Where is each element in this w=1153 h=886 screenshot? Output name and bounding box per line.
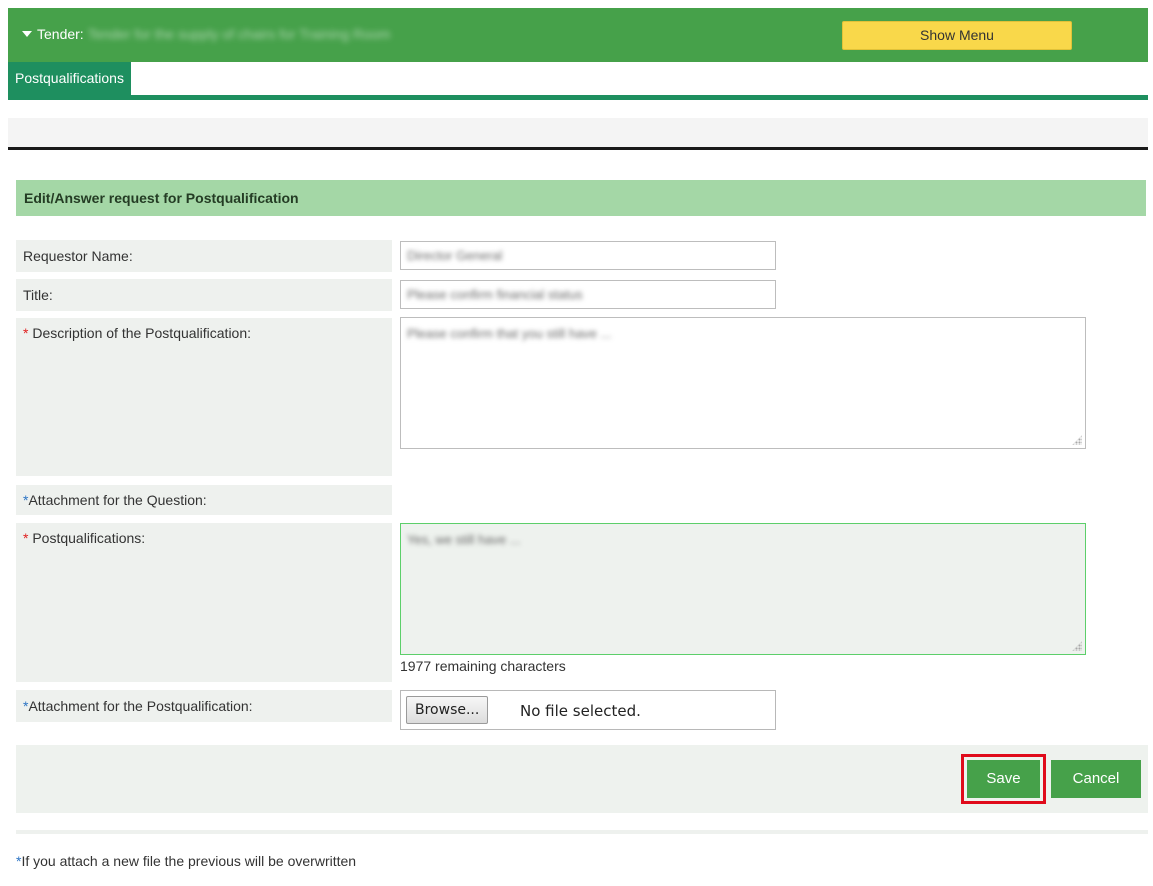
resize-grip-icon[interactable]: [1072, 435, 1082, 445]
required-star: *: [23, 530, 29, 546]
footer-divider: [16, 830, 1148, 834]
requestor-name-value: Director General: [407, 248, 503, 263]
tender-toggle[interactable]: Tender: Tender for the supply of chairs …: [22, 26, 390, 42]
requestor-name-label: Requestor Name:: [16, 240, 392, 272]
tender-prefix: Tender:: [37, 26, 84, 42]
postqualifications-label: * Postqualifications:: [16, 523, 392, 682]
footnote: *If you attach a new file the previous w…: [16, 853, 356, 869]
question-attachment-label-text: Attachment for the Question:: [28, 492, 207, 508]
cancel-button[interactable]: Cancel: [1051, 760, 1141, 798]
pq-attachment-label-text: Attachment for the Postqualification:: [28, 698, 253, 714]
requestor-name-label-text: Requestor Name:: [23, 248, 133, 264]
requestor-name-field[interactable]: Director General: [400, 241, 776, 270]
resize-grip-icon[interactable]: [1072, 641, 1082, 651]
content-header-strip: [8, 118, 1148, 148]
description-value: Please confirm that you still have ...: [407, 326, 612, 341]
postqualifications-label-text: Postqualifications:: [32, 530, 146, 546]
required-star: *: [23, 325, 29, 341]
save-button[interactable]: Save: [967, 760, 1040, 798]
description-label: * Description of the Postqualification:: [16, 318, 392, 476]
top-bar: Tender: Tender for the supply of chairs …: [8, 8, 1148, 62]
caret-down-icon: [22, 31, 32, 37]
file-input[interactable]: Browse... No file selected.: [400, 690, 776, 730]
title-field[interactable]: Please confirm financial status: [400, 280, 776, 309]
postqualifications-textarea[interactable]: Yes, we still have ...: [400, 523, 1086, 655]
postqualifications-value: Yes, we still have ...: [407, 532, 521, 547]
tab-bar: Postqualifications: [8, 62, 1148, 100]
divider: [8, 147, 1148, 150]
remaining-characters: 1977 remaining characters: [400, 658, 566, 674]
pq-attachment-label: *Attachment for the Postqualification:: [16, 690, 392, 722]
section-title: Edit/Answer request for Postqualificatio…: [16, 180, 1146, 216]
browse-button[interactable]: Browse...: [406, 696, 489, 724]
footnote-text: If you attach a new file the previous wi…: [21, 853, 357, 869]
show-menu-button[interactable]: Show Menu: [842, 21, 1072, 50]
title-label-text: Title:: [23, 287, 53, 303]
question-attachment-label: *Attachment for the Question:: [16, 485, 392, 515]
tab-postqualifications[interactable]: Postqualifications: [8, 62, 131, 95]
tender-name: Tender for the supply of chairs for Trai…: [87, 26, 391, 42]
description-label-text: Description of the Postqualification:: [32, 325, 252, 341]
description-textarea[interactable]: Please confirm that you still have ...: [400, 317, 1086, 449]
title-label: Title:: [16, 279, 392, 311]
file-status: No file selected.: [520, 702, 641, 720]
title-value: Please confirm financial status: [407, 287, 583, 302]
